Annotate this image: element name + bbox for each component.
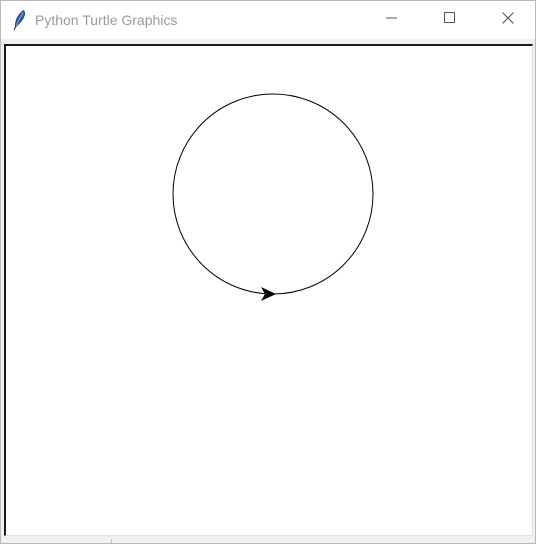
turtle-window: Python Turtle Graphics	[0, 0, 536, 544]
turtle-canvas[interactable]	[4, 44, 533, 536]
drawing-surface	[172, 93, 374, 301]
maximize-button[interactable]	[421, 1, 479, 39]
window-title: Python Turtle Graphics	[35, 12, 178, 28]
minimize-icon	[386, 11, 398, 29]
drawn-circle	[172, 93, 374, 295]
status-divider	[1, 539, 112, 543]
minimize-button[interactable]	[363, 1, 421, 39]
feather-icon	[11, 9, 29, 31]
close-icon	[502, 11, 514, 29]
close-button[interactable]	[479, 1, 536, 39]
maximize-icon	[444, 11, 456, 29]
title-bar[interactable]: Python Turtle Graphics	[1, 1, 535, 39]
